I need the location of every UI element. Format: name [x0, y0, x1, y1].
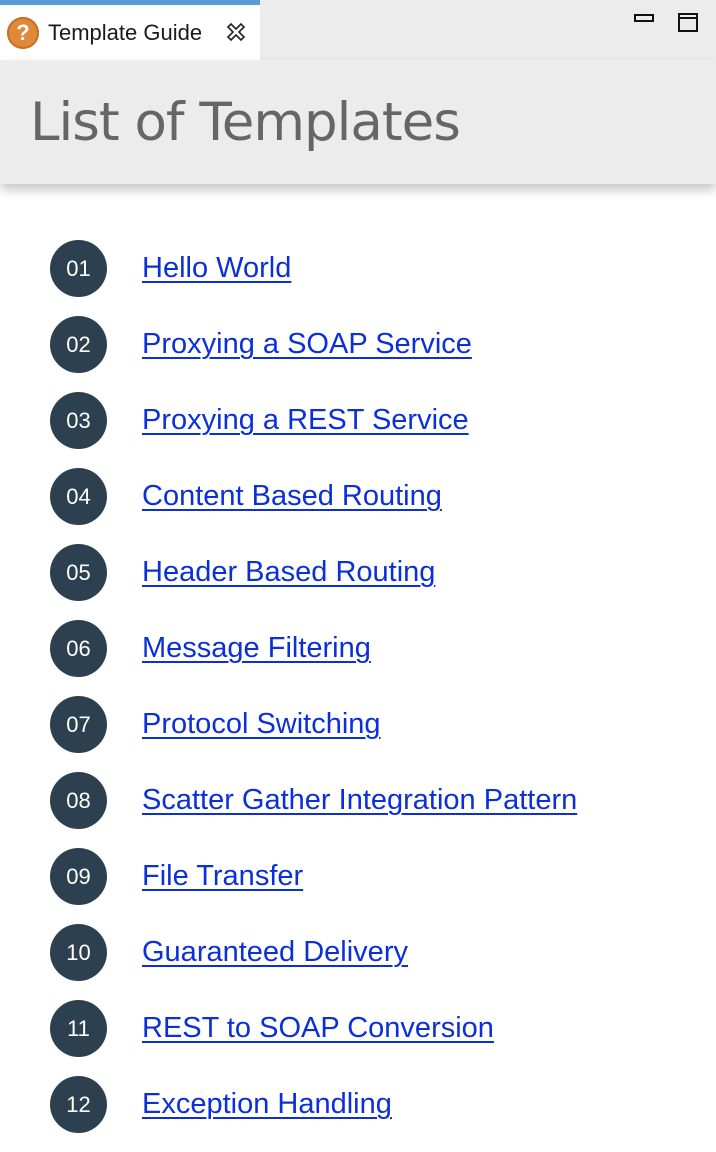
tab-template-guide[interactable]: ? Template Guide: [0, 0, 260, 60]
page-header: List of Templates: [0, 60, 716, 184]
maximize-icon-glyph: [678, 13, 698, 32]
list-item: 12 Exception Handling: [0, 1074, 716, 1150]
template-link-message-filtering[interactable]: Message Filtering: [142, 628, 371, 668]
template-link-hello-world[interactable]: Hello World: [142, 248, 291, 288]
number-badge: 09: [50, 848, 107, 905]
template-link-proxying-soap-service[interactable]: Proxying a SOAP Service: [142, 324, 472, 364]
template-link-exception-handling[interactable]: Exception Handling: [142, 1084, 392, 1124]
number-badge: 07: [50, 696, 107, 753]
list-item: 08 Scatter Gather Integration Pattern: [0, 770, 716, 846]
number-badge: 02: [50, 316, 107, 373]
template-list: 01 Hello World 02 Proxying a SOAP Servic…: [0, 238, 716, 1150]
tab-label: Template Guide: [48, 20, 203, 45]
number-badge: 12: [50, 1076, 107, 1133]
list-item: 05 Header Based Routing: [0, 542, 716, 618]
number-badge: 03: [50, 392, 107, 449]
help-icon: ?: [7, 17, 39, 49]
list-item: 02 Proxying a SOAP Service: [0, 314, 716, 390]
number-badge: 06: [50, 620, 107, 677]
list-item: 07 Protocol Switching: [0, 694, 716, 770]
template-link-content-based-routing[interactable]: Content Based Routing: [142, 476, 442, 516]
number-badge: 11: [50, 1000, 107, 1057]
number-badge: 05: [50, 544, 107, 601]
template-link-header-based-routing[interactable]: Header Based Routing: [142, 552, 435, 592]
list-item: 03 Proxying a REST Service: [0, 390, 716, 466]
minimize-icon[interactable]: [632, 10, 656, 34]
number-badge: 08: [50, 772, 107, 829]
close-icon-glyph: [226, 22, 246, 42]
number-badge: 01: [50, 240, 107, 297]
template-guide-window: ? Template Guide List of Templates 01 He…: [0, 0, 716, 1152]
list-item: 06 Message Filtering: [0, 618, 716, 694]
tab-bar: ? Template Guide: [0, 0, 716, 60]
list-item: 10 Guaranteed Delivery: [0, 922, 716, 998]
template-link-proxying-rest-service[interactable]: Proxying a REST Service: [142, 400, 469, 440]
list-item: 11 REST to SOAP Conversion: [0, 998, 716, 1074]
page-title: List of Templates: [30, 92, 461, 153]
template-link-file-transfer[interactable]: File Transfer: [142, 856, 303, 896]
template-link-protocol-switching[interactable]: Protocol Switching: [142, 704, 381, 744]
number-badge: 04: [50, 468, 107, 525]
template-link-rest-to-soap-conversion[interactable]: REST to SOAP Conversion: [142, 1008, 494, 1048]
template-link-scatter-gather[interactable]: Scatter Gather Integration Pattern: [142, 780, 577, 820]
maximize-icon[interactable]: [676, 10, 700, 34]
list-item: 01 Hello World: [0, 238, 716, 314]
list-item: 09 File Transfer: [0, 846, 716, 922]
minimize-icon-glyph: [634, 14, 654, 22]
template-link-guaranteed-delivery[interactable]: Guaranteed Delivery: [142, 932, 408, 972]
list-item: 04 Content Based Routing: [0, 466, 716, 542]
number-badge: 10: [50, 924, 107, 981]
close-icon[interactable]: [224, 20, 248, 44]
